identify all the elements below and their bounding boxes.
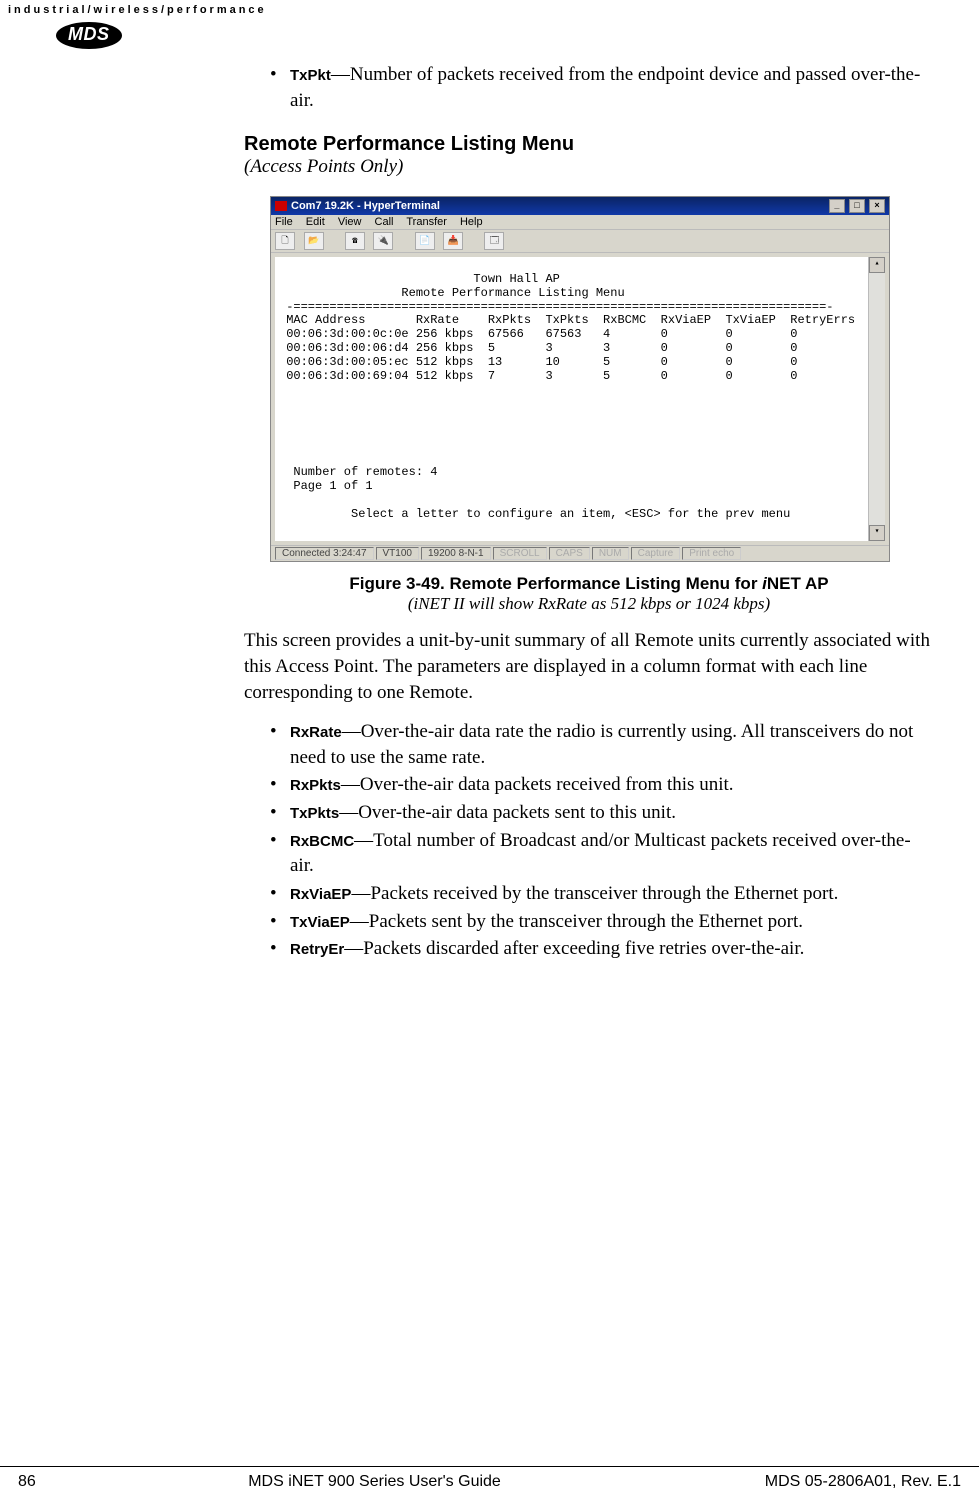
param-term: RxPkts [290, 777, 341, 794]
status-echo: Print echo [682, 547, 741, 560]
param-description: —Packets sent by the transceiver through… [350, 911, 803, 932]
page-footer: 86 MDS iNET 900 Series User's Guide MDS … [0, 1466, 979, 1491]
window-controls: _ □ × [828, 199, 885, 213]
close-icon[interactable]: × [869, 199, 885, 213]
minimize-icon[interactable]: _ [829, 199, 845, 213]
footer-title: MDS iNET 900 Series User's Guide [88, 1473, 661, 1491]
status-caps: CAPS [549, 547, 590, 560]
section-subtitle: (Access Points Only) [244, 156, 934, 178]
figure-screenshot: Com7 19.2K - HyperTerminal _ □ × File Ed… [270, 196, 890, 562]
param-description: —Total number of Broadcast and/or Multic… [290, 830, 911, 877]
open-icon[interactable]: 📂 [304, 232, 324, 250]
list-item: RxPkts—Over-the-air data packets receive… [270, 772, 934, 798]
param-term: RetryEr [290, 941, 344, 958]
caption-suffix: NET AP [767, 574, 829, 593]
connect-icon[interactable]: ☎ [345, 232, 365, 250]
menu-bar: File Edit View Call Transfer Help [271, 215, 889, 230]
status-scroll: SCROLL [493, 547, 547, 560]
footer-revision: MDS 05-2806A01, Rev. E.1 [661, 1473, 979, 1491]
section-heading: Remote Performance Listing Menu [244, 133, 934, 156]
maximize-icon[interactable]: □ [849, 199, 865, 213]
param-term: TxViaEP [290, 914, 350, 931]
param-description: —Packets discarded after exceeding five … [344, 938, 804, 959]
param-description: —Over-the-air data packets sent to this … [339, 802, 676, 823]
figure-caption: Figure 3-49. Remote Performance Listing … [244, 574, 934, 594]
menu-help[interactable]: Help [460, 216, 483, 228]
disconnect-icon[interactable]: 🔌 [373, 232, 393, 250]
status-num: NUM [592, 547, 629, 560]
param-description: —Over-the-air data rate the radio is cur… [290, 721, 913, 768]
param-description: —Number of packets received from the end… [290, 64, 920, 111]
list-item: RetryEr—Packets discarded after exceedin… [270, 936, 934, 962]
window-title: Com7 19.2K - HyperTerminal [275, 200, 440, 212]
param-term: RxBCMC [290, 833, 354, 850]
status-settings: 19200 8-N-1 [421, 547, 491, 560]
hyperterminal-window: Com7 19.2K - HyperTerminal _ □ × File Ed… [270, 196, 890, 562]
brand-tagline: industrial/wireless/performance [8, 4, 971, 16]
caption-prefix: Figure 3-49. Remote Performance Listing … [349, 574, 762, 593]
list-item: RxBCMC—Total number of Broadcast and/or … [270, 828, 934, 879]
scroll-down-icon[interactable]: ▾ [869, 525, 885, 541]
intro-bullet-list: TxPkt—Number of packets received from th… [270, 62, 934, 113]
receive-icon[interactable]: 📥 [443, 232, 463, 250]
page: industrial/wireless/performance MDS TxPk… [0, 0, 979, 1503]
status-bar: Connected 3:24:47 VT100 19200 8-N-1 SCRO… [271, 545, 889, 561]
properties-icon[interactable]: 🗔 [484, 232, 504, 250]
terminal-body[interactable]: Town Hall AP Remote Performance Listing … [275, 257, 868, 541]
new-icon[interactable]: 🗋 [275, 232, 295, 250]
body-paragraph: This screen provides a unit-by-unit summ… [244, 628, 934, 705]
param-term: TxPkt [290, 67, 331, 84]
list-item: RxRate—Over-the-air data rate the radio … [270, 719, 934, 770]
page-header: industrial/wireless/performance MDS [0, 0, 979, 53]
menu-file[interactable]: File [275, 216, 293, 228]
param-description: —Over-the-air data packets received from… [341, 774, 734, 795]
vertical-scrollbar[interactable]: ▴ ▾ [868, 257, 885, 541]
param-term: RxViaEP [290, 886, 351, 903]
list-item: RxViaEP—Packets received by the transcei… [270, 881, 934, 907]
logo-text: MDS [56, 22, 122, 49]
param-term: TxPkts [290, 805, 339, 822]
status-capture: Capture [631, 547, 681, 560]
main-content: TxPkt—Number of packets received from th… [244, 62, 934, 980]
scroll-up-icon[interactable]: ▴ [869, 257, 885, 273]
list-item: TxPkt—Number of packets received from th… [270, 62, 934, 113]
menu-transfer[interactable]: Transfer [406, 216, 447, 228]
page-number: 86 [0, 1473, 88, 1491]
status-connected: Connected 3:24:47 [275, 547, 374, 560]
status-emulation: VT100 [376, 547, 419, 560]
list-item: TxViaEP—Packets sent by the transceiver … [270, 909, 934, 935]
parameter-list: RxRate—Over-the-air data rate the radio … [270, 719, 934, 962]
menu-call[interactable]: Call [375, 216, 394, 228]
toolbar: 🗋 📂 ☎ 🔌 📄 📥 🗔 [271, 230, 889, 253]
menu-view[interactable]: View [338, 216, 362, 228]
figure-caption-sub: (iNET II will show RxRate as 512 kbps or… [244, 594, 934, 614]
list-item: TxPkts—Over-the-air data packets sent to… [270, 800, 934, 826]
param-description: —Packets received by the transceiver thr… [351, 883, 838, 904]
brand-logo: MDS [56, 22, 971, 49]
send-icon[interactable]: 📄 [415, 232, 435, 250]
menu-edit[interactable]: Edit [306, 216, 325, 228]
param-term: RxRate [290, 724, 342, 741]
window-titlebar[interactable]: Com7 19.2K - HyperTerminal _ □ × [271, 197, 889, 215]
